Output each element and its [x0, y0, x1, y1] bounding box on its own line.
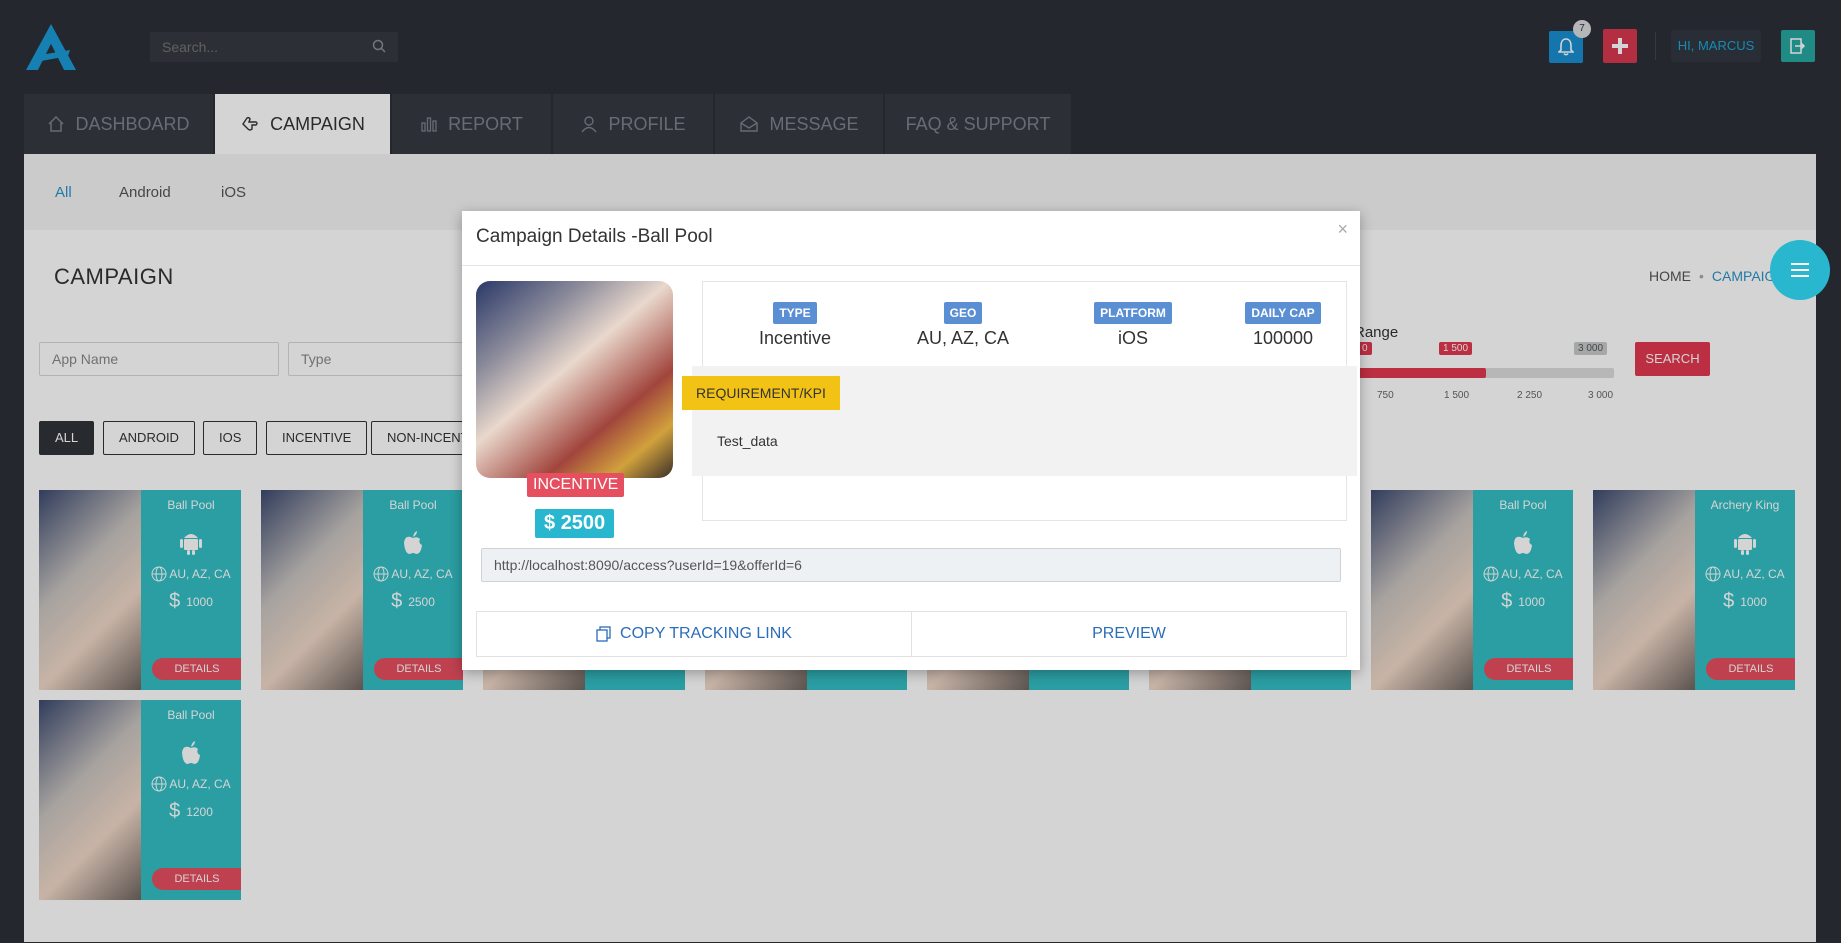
campaign-details-modal: Campaign Details -Ball Pool × INCENTIVE … [462, 211, 1360, 670]
info-label: DAILY CAP [1245, 302, 1321, 324]
copy-tracking-link-button[interactable]: COPY TRACKING LINK [476, 611, 912, 657]
modal-title: Campaign Details -Ball Pool [476, 226, 713, 247]
info-daily-cap: DAILY CAP 100000 [1223, 302, 1343, 349]
payout-value: 2500 [560, 512, 606, 534]
close-icon[interactable]: × [1337, 219, 1348, 240]
info-geo: GEO AU, AZ, CA [893, 302, 1033, 349]
payout-badge: $ 2500 [535, 509, 615, 538]
info-label: PLATFORM [1094, 302, 1172, 324]
info-value: AU, AZ, CA [916, 328, 1010, 348]
info-label: GEO [943, 302, 983, 324]
tracking-link-field[interactable]: http://localhost:8090/access?userId=19&o… [481, 548, 1341, 582]
copy-icon [596, 626, 611, 642]
preview-label: PREVIEW [1092, 625, 1166, 642]
menu-icon [1791, 263, 1809, 277]
info-value: Incentive [758, 328, 832, 348]
incentive-badge: INCENTIVE [527, 473, 625, 497]
copy-tracking-link-label: COPY TRACKING LINK [620, 625, 792, 642]
floating-menu-button[interactable] [1770, 240, 1830, 300]
campaign-app-icon [476, 281, 673, 478]
info-value: 100000 [1252, 328, 1314, 348]
preview-button[interactable]: PREVIEW [911, 611, 1347, 657]
requirement-text: Test_data [717, 433, 778, 449]
info-label: TYPE [773, 302, 817, 324]
requirement-label: REQUIREMENT/KPI [682, 376, 840, 410]
info-value: iOS [1117, 328, 1148, 348]
info-platform: PLATFORM iOS [1063, 302, 1203, 349]
modal-header: Campaign Details -Ball Pool × [462, 211, 1360, 266]
info-type: TYPE Incentive [735, 302, 855, 349]
